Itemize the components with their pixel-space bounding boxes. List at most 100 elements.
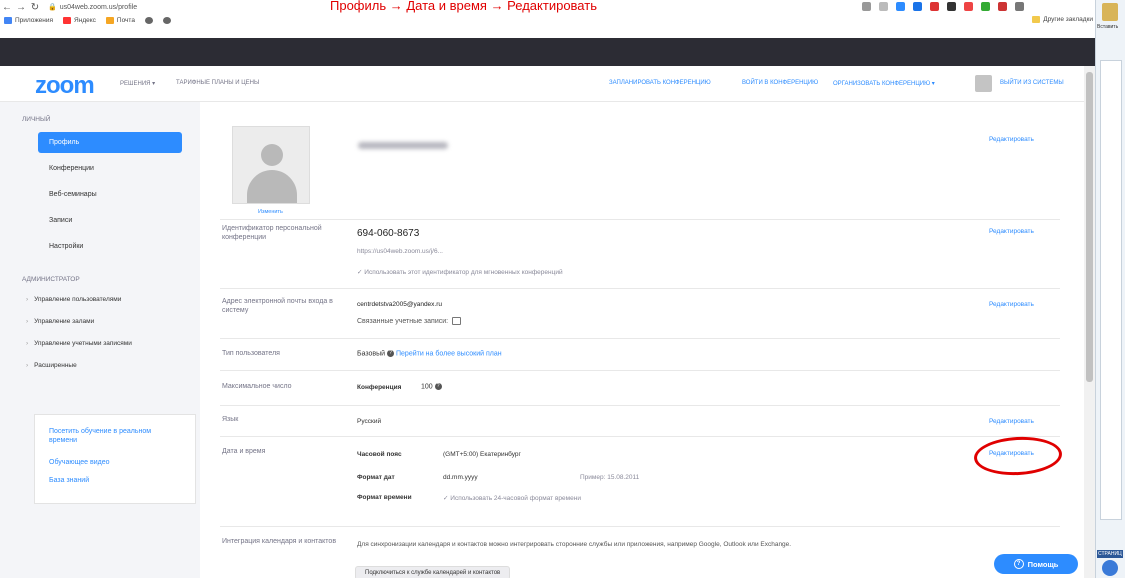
address-bar[interactable]: 🔒 us04web.zoom.us/profile xyxy=(48,3,137,12)
divider xyxy=(220,370,1060,371)
sidebar-item-settings[interactable]: Настройки xyxy=(38,236,182,257)
datetime-label: Дата и время xyxy=(222,448,266,455)
edit-pmi-link[interactable]: Редактировать xyxy=(989,228,1034,235)
upgrade-link[interactable]: Перейти на более высокий план xyxy=(396,350,502,357)
connect-calendar-button[interactable]: Подключиться к службе календарей и конта… xyxy=(355,566,511,578)
bookmark-globe[interactable] xyxy=(162,17,171,24)
timeformat-option: ✓ Использовать 24-часовой формат времени xyxy=(443,494,581,502)
timeformat-value: Использовать 24-часовой формат времени xyxy=(450,495,581,502)
nav-plans[interactable]: ТАРИФНЫЕ ПЛАНЫ И ЦЕНЫ xyxy=(176,80,259,86)
nav-host[interactable]: ОРГАНИЗОВАТЬ КОНФЕРЕНЦИЮ ▾ xyxy=(833,80,935,87)
other-bookmarks[interactable]: Другие закладки xyxy=(1032,16,1093,23)
bookmark-apps[interactable]: Приложения xyxy=(4,17,53,24)
sidebar-item-meetings[interactable]: Конференции xyxy=(38,158,182,179)
scrollbar-thumb[interactable] xyxy=(1086,72,1093,382)
pmi-label: Идентификатор персональной конференции xyxy=(222,225,322,241)
folder-icon xyxy=(1032,16,1041,23)
sidebar-item-room-management[interactable]: › Управление залами xyxy=(26,318,94,325)
nav-join[interactable]: ВОЙТИ В КОНФЕРЕНЦИЮ xyxy=(742,80,818,86)
help-icon[interactable]: ? xyxy=(434,383,442,390)
sidebar-item-profile[interactable]: Профиль xyxy=(38,132,182,153)
bookmark-label: Приложения xyxy=(15,17,54,24)
profile-content: Изменить Редактировать Идентификатор пер… xyxy=(200,102,1084,578)
extension-icon[interactable] xyxy=(896,2,905,11)
windows-icon[interactable] xyxy=(1102,560,1118,576)
sidebar-item-recordings[interactable]: Записи xyxy=(38,210,182,231)
profile-photo[interactable] xyxy=(232,126,310,204)
paste-label: Вставить xyxy=(1097,24,1119,30)
bookmarks-bar: Приложения Яндекс Почта Другие закладки xyxy=(0,14,1095,27)
sidebar-heading-personal: ЛИЧНЫЙ xyxy=(22,116,51,123)
help-button-label: Помощь xyxy=(1027,559,1059,569)
dark-strip xyxy=(0,38,1095,66)
annotation-note: Профиль → Дата и время → Редактировать xyxy=(330,0,597,13)
sidebar-item-advanced[interactable]: › Расширенные xyxy=(26,362,77,369)
globe-icon xyxy=(144,17,153,24)
extension-icon[interactable] xyxy=(964,2,973,11)
help-icon[interactable]: ? xyxy=(387,350,395,357)
link-live-training[interactable]: Посетить обучение в реальном времени xyxy=(49,427,179,445)
key-icon[interactable] xyxy=(862,2,871,11)
other-bookmarks-label: Другие закладки xyxy=(1043,16,1093,23)
chevron-right-icon: › xyxy=(26,362,29,369)
pages-label: СТРАНИЦ xyxy=(1097,550,1123,558)
pmi-option: ✓ Использовать этот идентификатор для мг… xyxy=(357,268,563,276)
link-video-tutorials[interactable]: Обучающее видео xyxy=(49,459,110,466)
edit-language-link[interactable]: Редактировать xyxy=(989,418,1034,425)
bookmark-mail[interactable]: Почта xyxy=(105,17,135,24)
globe-icon xyxy=(162,17,171,24)
help-button[interactable]: ? Помощь xyxy=(994,554,1078,574)
timezone-value: (GMT+5:00) Екатеринбург xyxy=(443,451,521,458)
page-scrollbar[interactable] xyxy=(1084,66,1095,578)
divider xyxy=(220,338,1060,339)
extension-icons xyxy=(862,2,1024,11)
calendar-icon[interactable] xyxy=(452,317,462,325)
divider xyxy=(220,526,1060,527)
pmi-option-text: Использовать этот идентификатор для мгно… xyxy=(364,269,563,276)
bookmark-yandex[interactable]: Яндекс xyxy=(63,17,96,24)
menu-icon[interactable] xyxy=(1015,2,1024,11)
extension-icon[interactable] xyxy=(947,2,956,11)
timezone-label: Часовой пояс xyxy=(357,451,402,458)
extension-icon[interactable] xyxy=(930,2,939,11)
bookmark-label: Яндекс xyxy=(74,17,96,24)
annotation-text: Профиль → Дата и время → Редактировать xyxy=(330,0,597,13)
bookmark-globe[interactable] xyxy=(144,17,153,24)
extension-icon[interactable] xyxy=(981,2,990,11)
sidebar-item-webinars[interactable]: Веб-семинары xyxy=(38,184,182,205)
language-value: Русский xyxy=(357,418,382,425)
forward-arrow-icon[interactable]: → xyxy=(14,0,28,14)
divider xyxy=(220,288,1060,289)
dateformat-example: Пример: 15.08.2011 xyxy=(580,474,640,481)
bookmark-label: Почта xyxy=(116,17,135,24)
sidebar-heading-admin: АДМИНИСТРАТОР xyxy=(22,276,80,283)
reload-icon[interactable]: ↻ xyxy=(28,0,42,14)
back-arrow-icon[interactable]: ← xyxy=(0,0,14,14)
extension-icon[interactable] xyxy=(998,2,1007,11)
change-photo-link[interactable]: Изменить xyxy=(258,209,283,215)
sidebar-learning-box: Посетить обучение в реальном времени Обу… xyxy=(34,414,196,504)
sidebar-item-label: Управление пользователями xyxy=(34,296,122,303)
edit-datetime-link[interactable]: Редактировать xyxy=(989,450,1034,457)
capacity-value: 100 xyxy=(421,383,433,391)
paste-icon[interactable] xyxy=(1102,3,1118,21)
nav-schedule[interactable]: ЗАПЛАНИРОВАТЬ КОНФЕРЕНЦИЮ xyxy=(609,80,711,86)
nav-solutions[interactable]: РЕШЕНИЯ ▾ xyxy=(120,80,155,87)
dateformat-label: Формат дат xyxy=(357,474,395,481)
user-name-blurred xyxy=(358,142,448,149)
avatar[interactable] xyxy=(975,75,992,92)
email-label: Адрес электронной почты входа в систему xyxy=(222,298,333,314)
extension-icon[interactable] xyxy=(913,2,922,11)
edit-name-link[interactable]: Редактировать xyxy=(989,136,1034,143)
star-icon[interactable] xyxy=(879,2,888,11)
calendar-description: Для синхронизации календаря и контактов … xyxy=(357,541,792,548)
edit-email-link[interactable]: Редактировать xyxy=(989,301,1034,308)
avatar-body xyxy=(247,170,297,203)
linked-accounts: Связанные учетные записи: xyxy=(357,317,462,325)
nav-signout[interactable]: ВЫЙТИ ИЗ СИСТЕМЫ xyxy=(1000,80,1064,86)
link-knowledge-base[interactable]: База знаний xyxy=(49,477,89,484)
zoom-logo[interactable]: zoom xyxy=(35,72,95,100)
sidebar-item-account-management[interactable]: › Управление учетными записями xyxy=(26,340,132,347)
sidebar-item-user-management[interactable]: › Управление пользователями xyxy=(26,296,121,303)
capacity-kind: Конференция xyxy=(357,384,402,391)
